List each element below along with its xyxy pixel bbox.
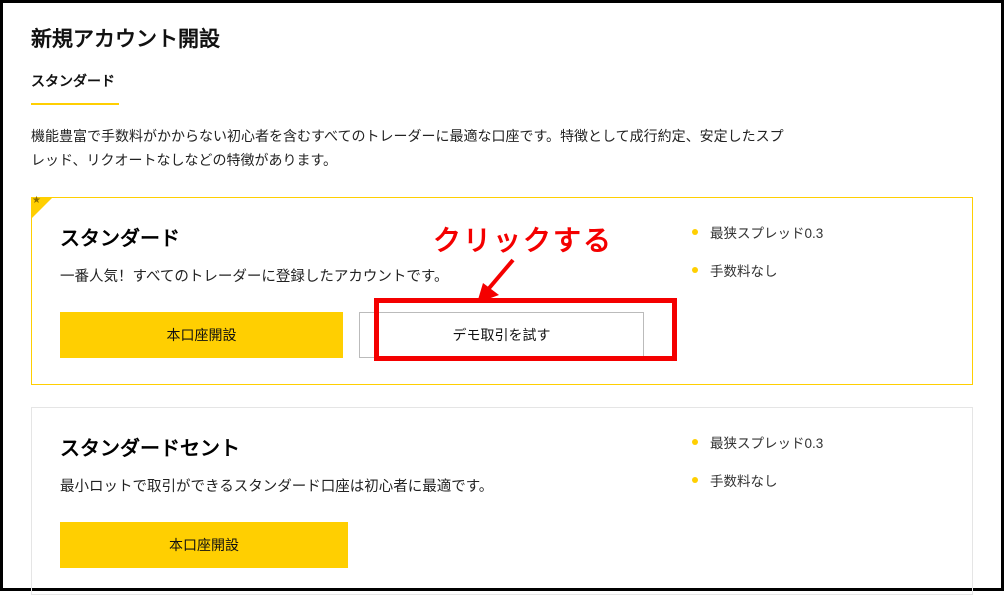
- open-real-account-button[interactable]: 本口座開設: [60, 312, 343, 358]
- card-description: 一番人気！すべてのトレーダーに登録したアカウントです。: [60, 265, 644, 286]
- card-features: 最狭スプレッド0.3 手数料なし: [672, 408, 972, 594]
- feature-item: 手数料なし: [692, 260, 952, 280]
- button-row: 本口座開設: [60, 522, 644, 568]
- bullet-icon: [692, 477, 698, 483]
- section-description: 機能豊富で手数料がかからない初心者を含むすべてのトレーダーに最適な口座です。特徴…: [31, 125, 791, 173]
- card-main: スタンダード 一番人気！すべてのトレーダーに登録したアカウントです。 本口座開設…: [32, 198, 672, 384]
- bullet-icon: [692, 267, 698, 273]
- page-title: 新規アカウント開設: [31, 23, 973, 53]
- card-title: スタンダードセント: [60, 432, 644, 461]
- account-card-standard-cent: スタンダードセント 最小ロットで取引ができるスタンダード口座は初心者に最適です。…: [31, 407, 973, 595]
- card-title: スタンダード: [60, 222, 644, 251]
- card-features: 最狭スプレッド0.3 手数料なし: [672, 198, 972, 384]
- card-description: 最小ロットで取引ができるスタンダード口座は初心者に最適です。: [60, 475, 644, 496]
- subtitle-label: スタンダード: [31, 71, 119, 97]
- account-card-standard: ★ スタンダード 一番人気！すべてのトレーダーに登録したアカウントです。 本口座…: [31, 197, 973, 385]
- feature-label: 最狭スプレッド0.3: [710, 432, 823, 452]
- subtitle-underline: [31, 103, 119, 105]
- subtitle-tab: スタンダード: [31, 71, 119, 105]
- open-real-account-button[interactable]: 本口座開設: [60, 522, 348, 568]
- feature-item: 最狭スプレッド0.3: [692, 222, 952, 242]
- try-demo-button[interactable]: デモ取引を試す: [359, 312, 644, 358]
- feature-item: 最狭スプレッド0.3: [692, 432, 952, 452]
- star-icon: ★: [32, 195, 41, 206]
- feature-item: 手数料なし: [692, 470, 952, 490]
- feature-label: 手数料なし: [710, 470, 778, 490]
- bullet-icon: [692, 229, 698, 235]
- button-row: 本口座開設 デモ取引を試す: [60, 312, 644, 358]
- feature-label: 最狭スプレッド0.3: [710, 222, 823, 242]
- feature-label: 手数料なし: [710, 260, 778, 280]
- bullet-icon: [692, 439, 698, 445]
- card-main: スタンダードセント 最小ロットで取引ができるスタンダード口座は初心者に最適です。…: [32, 408, 672, 594]
